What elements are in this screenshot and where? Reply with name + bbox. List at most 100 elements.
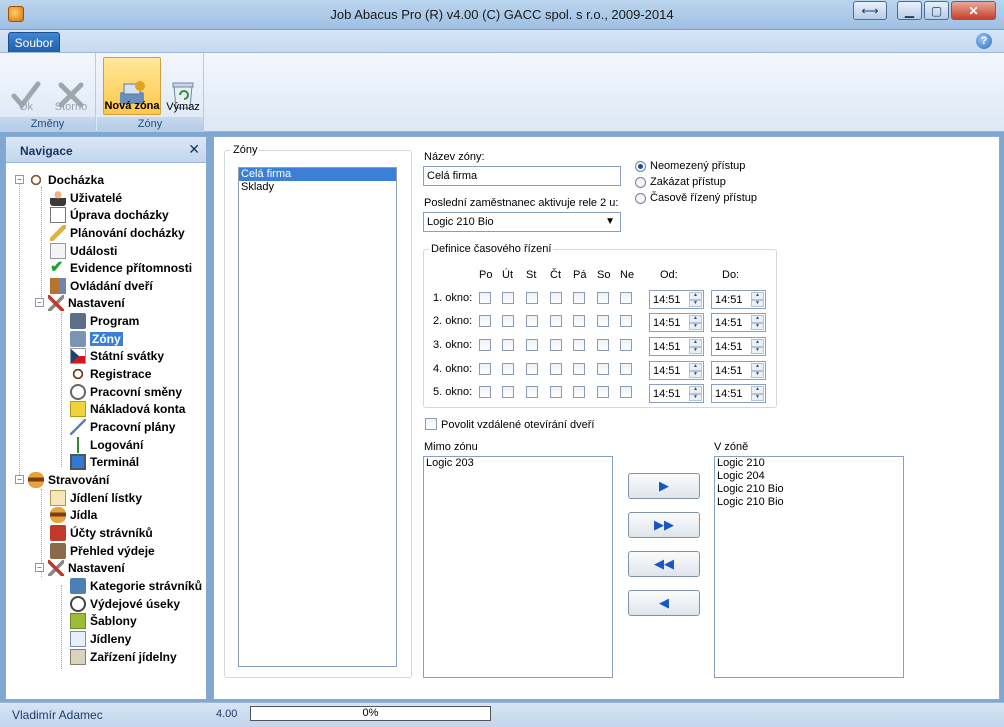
nav-item-nastaveni-strava[interactable]: − Nastavení [35,559,125,576]
day-checkbox[interactable] [479,363,491,375]
day-checkbox[interactable] [620,315,632,327]
remote-open-checkbox[interactable] [425,418,437,430]
list-item[interactable]: Logic 210 Bio [715,483,903,496]
nav-item-sablony[interactable]: Šablony [70,612,137,629]
time-to-input[interactable]: 14:51 ▲ ▼ [711,361,766,380]
nav-item-planovani-dochazky[interactable]: Plánování docházky [50,224,185,241]
nav-item-jidla[interactable]: Jídla [50,506,97,523]
spin-up-icon[interactable]: ▲ [751,315,764,323]
nav-item-kategorie-stravniku[interactable]: Kategorie strávníků [70,577,202,594]
day-checkbox[interactable] [502,292,514,304]
nav-close-icon[interactable]: ✕ [188,141,200,158]
day-checkbox[interactable] [526,363,538,375]
spin-down-icon[interactable]: ▼ [751,299,764,307]
time-from-input[interactable]: 14:51 ▲ ▼ [649,313,704,332]
nav-item-stravovani[interactable]: − Stravování [15,471,109,488]
zone-item[interactable]: Celá firma [239,168,396,181]
nav-item-dochazka[interactable]: − Docházka [15,171,104,188]
spin-up-icon[interactable]: ▲ [689,386,702,394]
spin-down-icon[interactable]: ▼ [689,299,702,307]
close-button[interactable]: ✕ [951,1,996,20]
day-checkbox[interactable] [502,386,514,398]
zones-list[interactable]: Celá firma Sklady [238,167,397,667]
day-checkbox[interactable] [620,363,632,375]
spin-up-icon[interactable]: ▲ [689,363,702,371]
time-from-input[interactable]: 14:51 ▲ ▼ [649,361,704,380]
nav-item-evidence-pritomnosti[interactable]: ✔ Evidence přítomnosti [50,259,192,276]
nav-item-zony[interactable]: Zóny [70,330,123,347]
spin-down-icon[interactable]: ▼ [751,322,764,330]
list-item[interactable]: Logic 210 Bio [715,496,903,509]
day-checkbox[interactable] [479,339,491,351]
day-checkbox[interactable] [526,315,538,327]
nav-item-vydejove-useky[interactable]: Výdejové úseky [70,595,180,612]
nav-item-prehled-vydeje[interactable]: Přehled výdeje [50,542,155,559]
nav-item-jidleny[interactable]: Jídleny [70,630,131,647]
day-checkbox[interactable] [597,339,609,351]
outside-zone-list[interactable]: Logic 203 [423,456,613,678]
inside-zone-list[interactable]: Logic 210 Logic 204 Logic 210 Bio Logic … [714,456,904,678]
spin-down-icon[interactable]: ▼ [751,370,764,378]
spin-up-icon[interactable]: ▲ [689,339,702,347]
spin-down-icon[interactable]: ▼ [689,346,702,354]
minimize-button[interactable]: ▁ [897,1,922,20]
nav-item-zarizeni-jidelny[interactable]: Zařízení jídelny [70,648,177,665]
list-item[interactable]: Logic 210 [715,457,903,470]
nav-item-nakladova-konta[interactable]: Nákladová konta [70,400,185,417]
day-checkbox[interactable] [479,315,491,327]
day-checkbox[interactable] [573,386,585,398]
day-checkbox[interactable] [479,292,491,304]
radio-timed-access[interactable]: Časově řízený přístup [635,192,757,204]
day-checkbox[interactable] [620,339,632,351]
day-checkbox[interactable] [502,363,514,375]
nav-item-nastaveni[interactable]: − Nastavení [35,294,125,311]
tab-soubor[interactable]: Soubor [8,32,60,52]
relay-select[interactable]: Logic 210 Bio ▼ [423,212,621,232]
day-checkbox[interactable] [597,363,609,375]
day-checkbox[interactable] [502,315,514,327]
day-checkbox[interactable] [502,339,514,351]
radio-unlimited-access[interactable]: Neomezený přístup [635,160,745,172]
nav-item-pracovni-smeny[interactable]: Pracovní směny [70,383,182,400]
day-checkbox[interactable] [620,386,632,398]
ok-button[interactable]: Ok [8,57,44,115]
day-checkbox[interactable] [597,292,609,304]
day-checkbox[interactable] [550,339,562,351]
nav-item-uprava-dochazky[interactable]: Úprava docházky [50,206,169,223]
time-to-input[interactable]: 14:51 ▲ ▼ [711,313,766,332]
zone-name-input[interactable]: Celá firma [423,166,621,186]
day-checkbox[interactable] [573,363,585,375]
nav-item-ovladani-dveri[interactable]: Ovládání dveří [50,277,153,294]
day-checkbox[interactable] [550,386,562,398]
spin-up-icon[interactable]: ▲ [689,292,702,300]
list-item[interactable]: Logic 203 [424,457,612,470]
time-to-input[interactable]: 14:51 ▲ ▼ [711,290,766,309]
nav-item-pracovni-plany[interactable]: Pracovní plány [70,418,175,435]
spin-up-icon[interactable]: ▲ [751,363,764,371]
spin-down-icon[interactable]: ▼ [689,322,702,330]
day-checkbox[interactable] [479,386,491,398]
spin-down-icon[interactable]: ▼ [751,346,764,354]
spin-down-icon[interactable]: ▼ [751,393,764,401]
nav-item-logovani[interactable]: Logování [70,436,143,453]
move-right-button[interactable]: ▶ [628,473,700,499]
help-icon[interactable]: ? [976,33,992,49]
time-to-input[interactable]: 14:51 ▲ ▼ [711,384,766,403]
list-item[interactable]: Logic 204 [715,470,903,483]
time-from-input[interactable]: 14:51 ▲ ▼ [649,337,704,356]
spin-up-icon[interactable]: ▲ [751,292,764,300]
spin-up-icon[interactable]: ▲ [751,386,764,394]
nav-item-uzivatele[interactable]: Uživatelé [50,189,122,206]
day-checkbox[interactable] [526,339,538,351]
nav-item-program[interactable]: Program [70,312,139,329]
day-checkbox[interactable] [573,339,585,351]
day-checkbox[interactable] [550,363,562,375]
day-checkbox[interactable] [526,386,538,398]
spin-down-icon[interactable]: ▼ [689,393,702,401]
zone-item[interactable]: Sklady [239,181,396,194]
nav-item-ucty-stravniku[interactable]: Účty strávníků [50,524,153,541]
day-checkbox[interactable] [550,315,562,327]
radio-deny-access[interactable]: Zakázat přístup [635,176,726,188]
day-checkbox[interactable] [620,292,632,304]
day-checkbox[interactable] [526,292,538,304]
